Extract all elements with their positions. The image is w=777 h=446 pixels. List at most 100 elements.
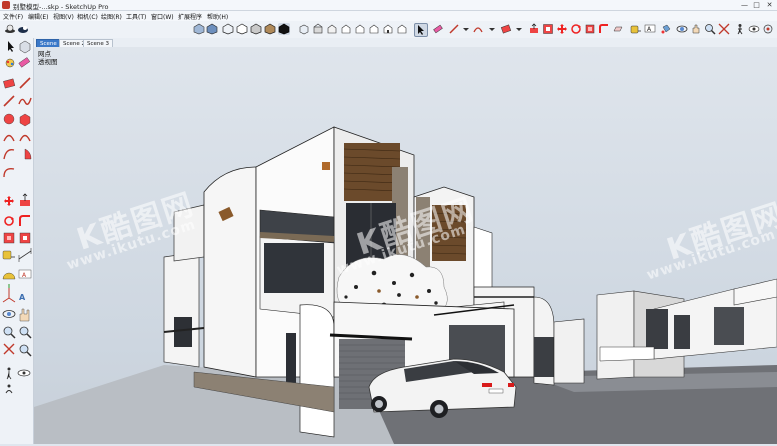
- pan-left-icon: [19, 308, 30, 322]
- close-button[interactable]: ✕: [764, 1, 775, 9]
- dimension-left-icon: [18, 248, 32, 262]
- scale-left-icon: [3, 232, 15, 244]
- eraser-tool-icon[interactable]: [432, 23, 444, 35]
- maximize-button[interactable]: □: [751, 1, 762, 9]
- text-tool-icon[interactable]: A: [644, 23, 656, 35]
- move-tool-icon[interactable]: [556, 23, 568, 35]
- front-view-icon[interactable]: [326, 23, 338, 35]
- zoom-extents-icon[interactable]: [718, 23, 730, 35]
- iso-view-icon[interactable]: [298, 23, 310, 35]
- bottom-view-icon[interactable]: [396, 23, 408, 35]
- position-camera-icon[interactable]: [762, 23, 774, 35]
- paint-bucket-icon[interactable]: [660, 23, 672, 35]
- window-title: 别墅模型-...skp - SketchUp Pro: [13, 3, 109, 11]
- menu-view[interactable]: 视图(V): [53, 12, 74, 21]
- polygon-left-icon: [19, 113, 31, 127]
- freehand-left-icon: [18, 97, 32, 105]
- background-buildings: [596, 278, 777, 380]
- 3d-text-left-icon: A: [19, 293, 26, 302]
- left-view-icon[interactable]: [368, 23, 380, 35]
- zoom-left-icon: [3, 326, 16, 339]
- arc4-left-icon: [3, 167, 15, 178]
- axes-left-icon: [2, 284, 16, 303]
- house-view-icon[interactable]: [382, 23, 394, 35]
- left-toolbar: A A: [0, 38, 34, 444]
- xray-icon[interactable]: [193, 23, 205, 35]
- line-tool-icon[interactable]: [448, 23, 460, 35]
- select-tool-icon[interactable]: [414, 23, 428, 37]
- svg-text:A: A: [19, 293, 26, 302]
- circle-left-icon: [3, 113, 15, 125]
- pan-tool-icon[interactable]: [690, 23, 702, 35]
- title-bar: 别墅模型-...skp - SketchUp Pro — □ ✕: [0, 0, 777, 11]
- rotate-left-icon: [4, 216, 14, 226]
- offset-tool-icon[interactable]: [542, 23, 554, 35]
- zoom-extents-left-icon: [3, 343, 15, 355]
- monochrome-icon[interactable]: [278, 23, 290, 35]
- eraser-left-icon: [18, 57, 31, 68]
- shaded-textures-icon[interactable]: [264, 23, 276, 35]
- back-view-icon[interactable]: [354, 23, 366, 35]
- push-pull-left-icon: [20, 193, 30, 206]
- left-toolbar-icons: A A: [2, 40, 32, 394]
- scene-tab-bar: Scene 1 Scene 2 Scene 3: [34, 38, 777, 48]
- wireframe-icon[interactable]: [222, 23, 234, 35]
- text-left-icon: A: [18, 269, 32, 279]
- scale-tool-icon[interactable]: [584, 23, 596, 35]
- look-around-left-icon: [17, 369, 31, 377]
- line-left-icon: [19, 77, 31, 89]
- protractor-left-icon: [2, 272, 16, 280]
- minimize-button[interactable]: —: [739, 1, 750, 9]
- right-view-icon[interactable]: [340, 23, 352, 35]
- menu-camera[interactable]: 相机(C): [77, 12, 98, 21]
- menu-bar: 文件(F) 编辑(E) 视图(V) 相机(C) 绘图(R) 工具(T) 窗口(W…: [0, 11, 777, 21]
- menu-file[interactable]: 文件(F): [3, 12, 23, 21]
- orbit-left-icon: [2, 310, 16, 318]
- move-left-icon: [4, 196, 14, 206]
- sketchup-logo-icon: [2, 1, 10, 9]
- zoom-tool-icon[interactable]: [704, 23, 716, 35]
- shaded-icon[interactable]: [250, 23, 262, 35]
- menu-window[interactable]: 窗口(W): [151, 12, 174, 21]
- arc-tool-icon[interactable]: [472, 23, 484, 35]
- walk-left-icon: [5, 384, 13, 394]
- orbit-tool-icon[interactable]: [676, 23, 688, 35]
- tape-left-icon: [2, 250, 15, 260]
- walk-tool-icon[interactable]: [734, 23, 746, 35]
- menu-extensions[interactable]: 扩展程序: [178, 12, 202, 21]
- shape-dropdown-icon[interactable]: [513, 23, 525, 35]
- line-dropdown-icon[interactable]: [460, 23, 472, 35]
- rotate-tool-icon[interactable]: [570, 23, 582, 35]
- look-around-icon[interactable]: [748, 23, 760, 35]
- menu-tools[interactable]: 工具(T): [126, 12, 146, 21]
- select-left-icon: [8, 41, 14, 52]
- tape-measure-icon[interactable]: [630, 23, 642, 35]
- fog-icon[interactable]: [17, 23, 29, 35]
- follow-me-icon[interactable]: [598, 23, 610, 35]
- line2-left-icon: [3, 95, 15, 107]
- back-edges-icon[interactable]: [206, 23, 218, 35]
- rectangle-tool-icon[interactable]: [500, 23, 512, 35]
- zoom-window-left-icon: [19, 326, 32, 339]
- shadow-settings-icon[interactable]: [4, 23, 16, 35]
- hidden-line-icon[interactable]: [236, 23, 248, 35]
- menu-draw[interactable]: 绘图(R): [101, 12, 122, 21]
- intersect-icon[interactable]: [612, 23, 624, 35]
- menu-edit[interactable]: 编辑(E): [28, 12, 48, 21]
- arc2-left-icon: [19, 134, 31, 142]
- push-pull-icon[interactable]: [528, 23, 540, 35]
- top-view-icon[interactable]: [312, 23, 324, 35]
- make-component-icon: [19, 40, 31, 54]
- position-camera-left-icon: [6, 367, 12, 380]
- pie-left-icon: [24, 148, 32, 160]
- previous-view-left-icon: [19, 344, 32, 357]
- menu-help[interactable]: 帮助(H): [207, 12, 228, 21]
- arc3-left-icon: [3, 149, 15, 160]
- arc-left-icon: [3, 134, 15, 142]
- modeling-viewport[interactable]: 网点 透视图 K酷图网 www.ikutu.com K酷图网 www.ikutu…: [34, 47, 777, 444]
- main-toolbar: 1 2 3 4 5 6 7 8 9 10 11 12 06:43 中午 16:4…: [0, 21, 777, 58]
- rectangle-left-icon: [3, 78, 16, 89]
- arc-dropdown-icon[interactable]: [486, 23, 498, 35]
- follow-me-left-icon: [19, 215, 30, 226]
- offset-left-icon: [19, 232, 31, 244]
